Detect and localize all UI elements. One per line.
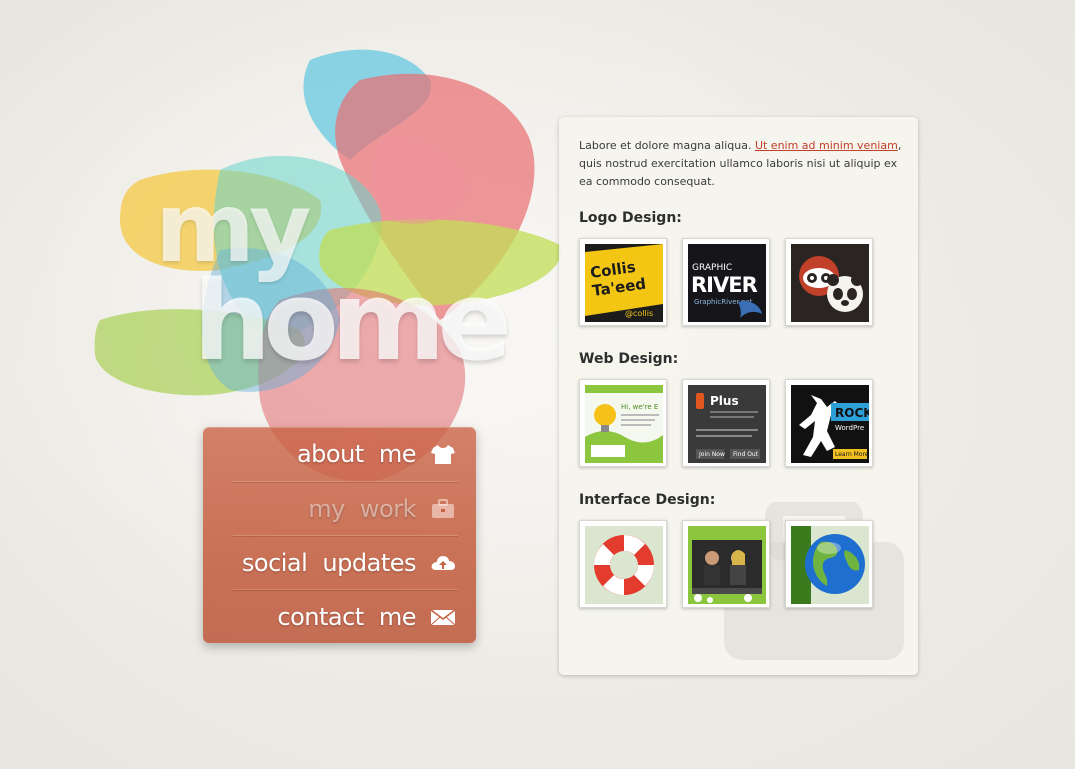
collis-taeed-logo-thumbnail: Collis Ta'eed @collis bbox=[585, 244, 663, 322]
intro-link[interactable]: Ut enim ad minim veniam bbox=[755, 139, 898, 152]
portfolio-thumbnail[interactable]: ROCK WordPre Learn More bbox=[785, 379, 873, 467]
nav-item-contact-me[interactable]: contact me bbox=[203, 590, 476, 644]
thumb-text: WordPre bbox=[835, 424, 864, 432]
portfolio-thumbnail[interactable] bbox=[579, 520, 667, 608]
portfolio-thumbnail[interactable]: Collis Ta'eed @collis bbox=[579, 238, 667, 326]
plus-website-thumbnail: Plus Join Now Find Out bbox=[688, 385, 766, 463]
portfolio-thumbnail[interactable]: GRAPHIC RIVER GraphicRiver.net bbox=[682, 238, 770, 326]
portfolio-panel: Labore et dolore magna aliqua. Ut enim a… bbox=[559, 117, 918, 675]
envelope-icon bbox=[430, 606, 456, 628]
logo-text-home: home bbox=[193, 257, 512, 385]
portfolio-thumbnail[interactable]: Plus Join Now Find Out bbox=[682, 379, 770, 467]
nav-item-my-work[interactable]: my work bbox=[203, 482, 476, 536]
thumb-text: RIVER bbox=[691, 273, 758, 297]
tshirt-icon bbox=[430, 443, 456, 465]
briefcase-icon bbox=[430, 498, 456, 520]
thumb-text: Hi, we're E bbox=[621, 403, 658, 411]
raccoon-panda-logo-thumbnail bbox=[791, 244, 869, 322]
nav-label: about me bbox=[296, 440, 417, 468]
section-title-logo-design: Logo Design: bbox=[579, 210, 682, 226]
nav-label: contact me bbox=[277, 603, 416, 631]
intro-text: Labore et dolore magna aliqua. bbox=[579, 139, 755, 152]
globe-icon-thumbnail bbox=[791, 526, 869, 604]
section-title-web-design: Web Design: bbox=[579, 351, 679, 367]
cloud-upload-icon bbox=[430, 552, 456, 574]
lifebuoy-icon-thumbnail bbox=[585, 526, 663, 604]
portfolio-thumbnail[interactable]: Hi, we're E bbox=[579, 379, 667, 467]
nav-label: my work bbox=[308, 495, 416, 523]
portfolio-thumbnail[interactable] bbox=[785, 238, 873, 326]
thumb-text: Join Now bbox=[698, 451, 725, 458]
thumb-text: Plus bbox=[710, 394, 739, 408]
lightbulb-website-thumbnail: Hi, we're E bbox=[585, 385, 663, 463]
thumb-text: ROCK bbox=[835, 406, 869, 420]
portfolio-thumbnail[interactable] bbox=[682, 520, 770, 608]
nav-item-social-updates[interactable]: social updates bbox=[203, 536, 476, 590]
site-logo[interactable]: my home bbox=[155, 180, 535, 380]
thumb-text: @collis bbox=[625, 309, 653, 318]
thumb-text: Learn More bbox=[835, 451, 869, 458]
rock-wordpress-thumbnail: ROCK WordPre Learn More bbox=[791, 385, 869, 463]
nav-item-about-me[interactable]: about me bbox=[203, 427, 476, 481]
section-title-interface-design: Interface Design: bbox=[579, 492, 716, 508]
thumb-text: Find Out bbox=[733, 451, 759, 458]
intro-paragraph: Labore et dolore magna aliqua. Ut enim a… bbox=[579, 137, 909, 191]
thumb-text: GRAPHIC bbox=[692, 263, 732, 273]
nav-label: social updates bbox=[241, 549, 417, 577]
portfolio-thumbnail[interactable] bbox=[785, 520, 873, 608]
video-player-interface-thumbnail bbox=[688, 526, 766, 604]
main-navigation: about me my work social updates contact … bbox=[203, 427, 476, 643]
graphicriver-logo-thumbnail: GRAPHIC RIVER GraphicRiver.net bbox=[688, 244, 766, 322]
